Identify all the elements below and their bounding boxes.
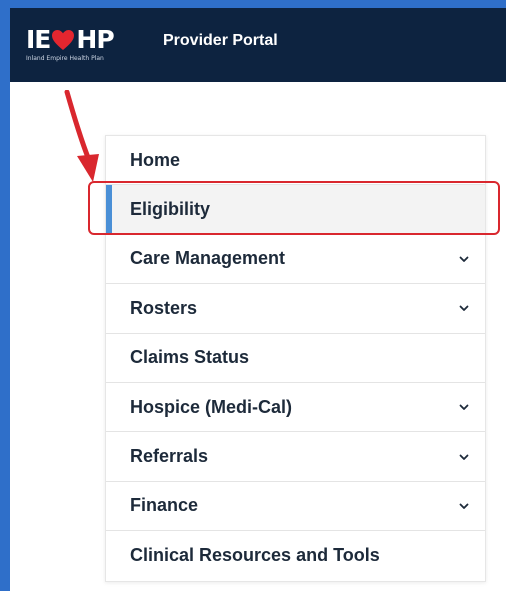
logo-text-left: IE	[26, 25, 51, 54]
chevron-down-icon[interactable]	[459, 452, 469, 462]
chevron-down-icon[interactable]	[459, 303, 469, 313]
app-frame: IE HP Inland Empire Health Plan Provider…	[0, 0, 506, 591]
menu-item-label: Claims Status	[130, 347, 250, 368]
menu-item-referrals[interactable]: Referrals	[106, 432, 485, 482]
logo-wordmark: IE HP	[26, 26, 136, 54]
menu-item-label: Care Management	[130, 248, 286, 269]
top-header: IE HP Inland Empire Health Plan Provider…	[10, 8, 506, 82]
menu-item-label: Hospice (Medi-Cal)	[130, 396, 293, 417]
active-indicator	[106, 185, 112, 234]
menu-item-rosters[interactable]: Rosters	[106, 284, 485, 334]
chevron-down-icon[interactable]	[459, 254, 469, 264]
chevron-down-icon[interactable]	[459, 402, 469, 412]
menu-item-label: Referrals	[130, 446, 209, 467]
menu-item-label: Clinical Resources and Tools	[130, 545, 380, 566]
menu-item-label: Eligibility	[130, 199, 211, 220]
arrow-icon	[64, 90, 99, 182]
logo-tagline: Inland Empire Health Plan	[26, 55, 104, 62]
menu-item-claims-status[interactable]: Claims Status	[106, 333, 485, 383]
menu-item-label: Rosters	[130, 297, 198, 318]
menu-item-label: Finance	[130, 495, 199, 516]
logo-text-right: HP	[76, 25, 114, 54]
chevron-down-icon[interactable]	[459, 501, 469, 511]
portal-title: Provider Portal	[163, 32, 278, 49]
sidebar-menu: Home Eligibility Care Management Rosters…	[105, 135, 486, 582]
menu-item-care-management[interactable]: Care Management	[106, 234, 485, 285]
menu-item-eligibility[interactable]: Eligibility	[106, 185, 485, 235]
menu-item-label: Home	[130, 149, 181, 170]
menu-item-clinical-resources[interactable]: Clinical Resources and Tools	[106, 531, 485, 581]
menu-item-hospice[interactable]: Hospice (Medi-Cal)	[106, 382, 485, 433]
heart-icon	[52, 30, 75, 50]
menu-item-home[interactable]: Home	[106, 136, 485, 186]
menu-item-finance[interactable]: Finance	[106, 481, 485, 532]
iehp-logo[interactable]: IE HP Inland Empire Health Plan	[26, 26, 136, 70]
